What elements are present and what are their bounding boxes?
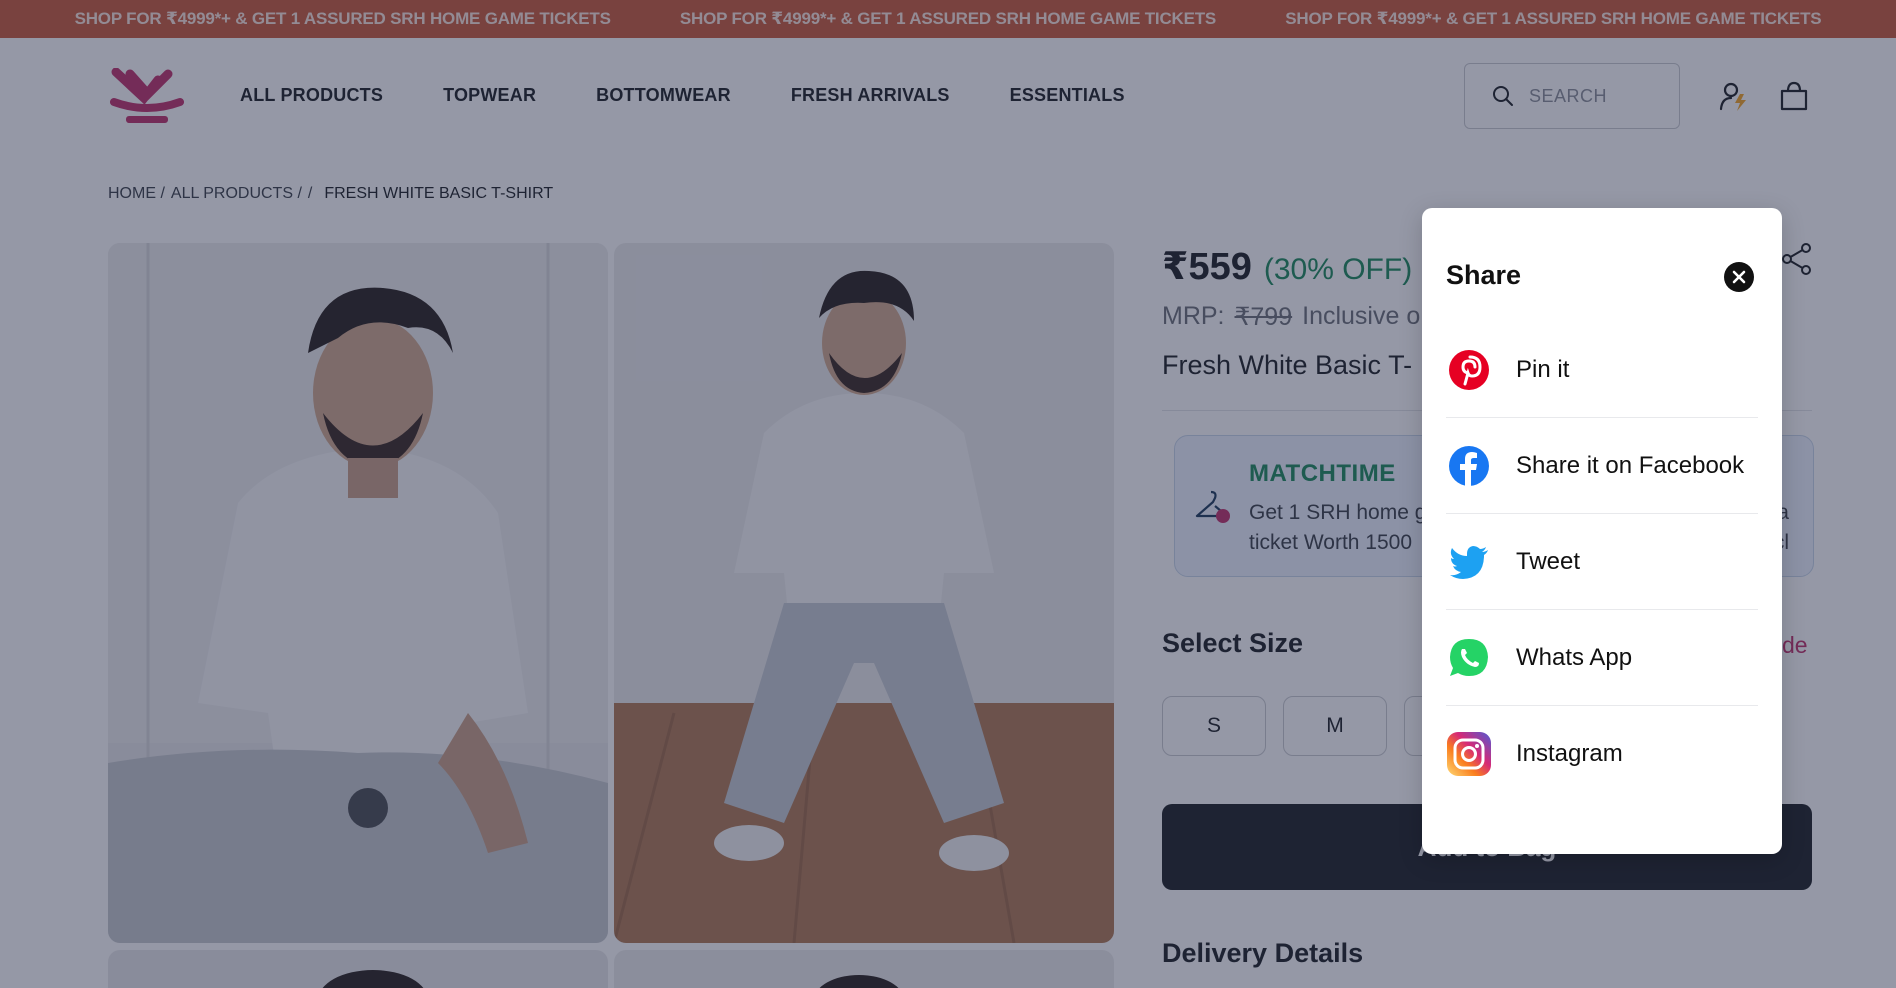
- pinterest-icon: [1446, 347, 1492, 393]
- instagram-icon: [1446, 731, 1492, 777]
- share-instagram[interactable]: Instagram: [1446, 706, 1758, 802]
- share-whatsapp-label: Whats App: [1516, 643, 1633, 671]
- share-twitter[interactable]: Tweet: [1446, 514, 1758, 610]
- share-whatsapp[interactable]: Whats App: [1446, 610, 1758, 706]
- share-modal-title: Share: [1446, 260, 1522, 290]
- whatsapp-icon: [1446, 635, 1492, 681]
- share-facebook[interactable]: Share it on Facebook: [1446, 418, 1758, 514]
- twitter-icon: [1446, 539, 1492, 585]
- share-modal: Share Pin it Share it on Facebook Tweet …: [1422, 208, 1782, 854]
- facebook-icon: [1446, 443, 1492, 489]
- share-pinterest[interactable]: Pin it: [1446, 322, 1758, 418]
- share-twitter-label: Tweet: [1516, 547, 1581, 575]
- share-pinterest-label: Pin it: [1516, 355, 1570, 383]
- share-instagram-label: Instagram: [1516, 740, 1623, 767]
- share-facebook-label: Share it on Facebook: [1516, 451, 1745, 479]
- close-button[interactable]: [1724, 262, 1754, 292]
- close-icon: [1732, 270, 1746, 284]
